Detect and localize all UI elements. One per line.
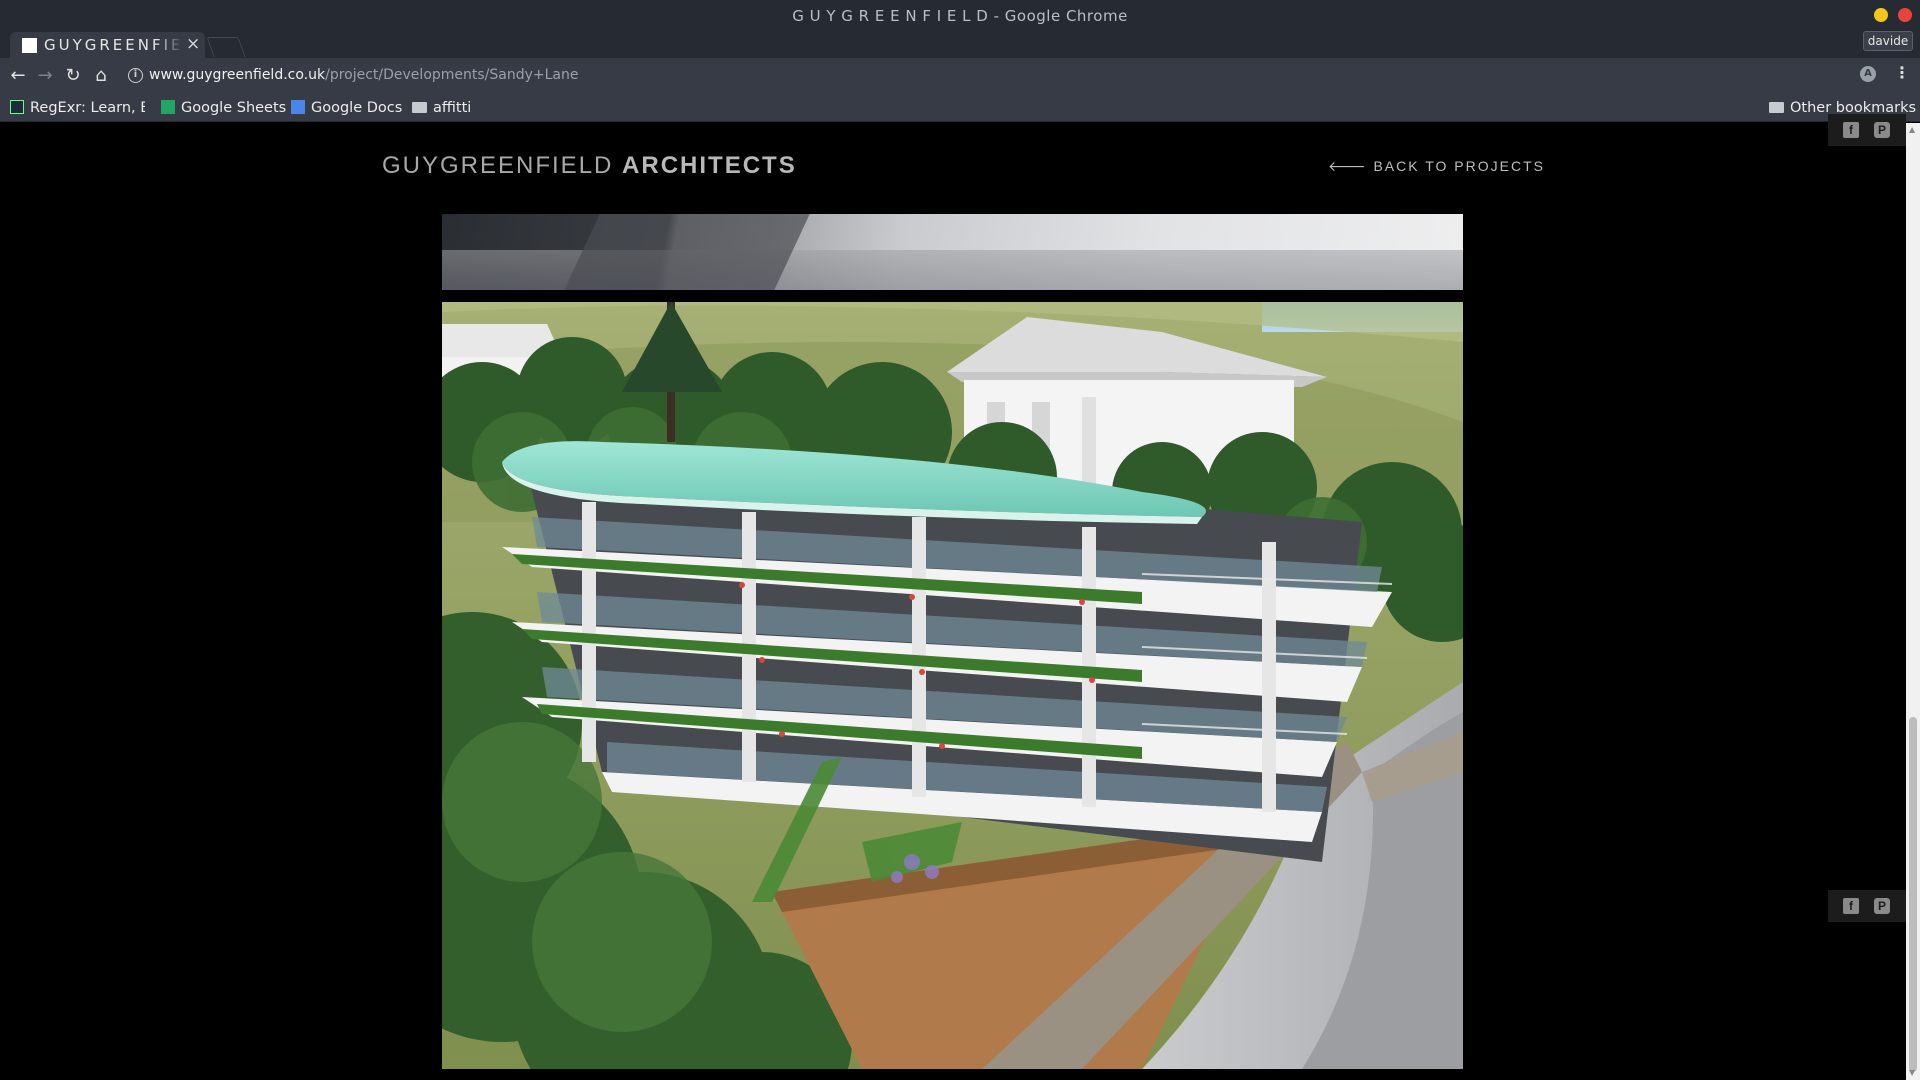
forward-arrow-icon[interactable]: → (33, 64, 57, 88)
bookmark-label: Google Sheets (181, 100, 287, 116)
facebook-icon[interactable]: f (1843, 122, 1859, 138)
scroll-up-icon[interactable]: ▲ (1909, 125, 1915, 134)
bookmark-google-docs[interactable]: Google Docs (291, 98, 402, 118)
tab-title: GUYGREENFIELD (44, 36, 184, 54)
facebook-icon[interactable]: f (1843, 898, 1859, 914)
back-arrow-icon: 🡐 (1328, 158, 1368, 174)
folder-icon (412, 101, 427, 113)
tab-close-icon[interactable]: × (186, 34, 200, 54)
folder-icon (1769, 101, 1784, 113)
tab-strip: GUYGREENFIELD × (0, 32, 1920, 58)
address-bar[interactable]: i www.guygreenfield.co.uk/project/Develo… (120, 62, 1840, 90)
social-share-top: f P (1828, 114, 1906, 146)
window-title: G U Y G R E E N F I E L D - Google Chrom… (792, 7, 1128, 25)
back-link-label: BACK TO PROJECTS (1373, 158, 1545, 174)
regexr-icon (10, 100, 24, 114)
bookmark-label: RegExr: Learn, Bu (30, 100, 145, 116)
project-image-render[interactable] (442, 302, 1463, 1069)
site-favicon-icon (22, 38, 37, 53)
image-shadow (564, 214, 810, 290)
brand-name: GUYGREENFIELD (382, 152, 614, 179)
page-scrollbar[interactable]: ▲ ▼ (1906, 123, 1920, 1080)
bookmark-folder-affitti[interactable]: affitti (412, 98, 471, 118)
bookmarks-bar: RegExr: Learn, Bu Google Sheets Google D… (0, 94, 1920, 122)
browser-toolbar: ← → ↻ ⌂ i www.guygreenfield.co.uk/projec… (0, 58, 1920, 94)
close-window-button[interactable] (1898, 8, 1912, 22)
bookmark-google-sheets[interactable]: Google Sheets (161, 98, 286, 118)
pinterest-icon[interactable]: P (1874, 122, 1890, 138)
extension-icon[interactable]: A (1860, 66, 1876, 82)
pinterest-icon[interactable]: P (1874, 898, 1890, 914)
sheets-icon (161, 100, 175, 114)
docs-icon (291, 100, 305, 114)
reload-icon[interactable]: ↻ (61, 64, 85, 88)
profile-button[interactable]: davide (1863, 31, 1913, 51)
social-share-bottom: f P (1828, 890, 1906, 922)
bookmark-label: affitti (433, 100, 472, 116)
bookmark-regexr[interactable]: RegExr: Learn, Bu (10, 98, 145, 118)
tab-guygreenfield[interactable]: GUYGREENFIELD × (10, 32, 205, 58)
site-logo[interactable]: GUYGREENFIELD ARCHITECTS (382, 152, 797, 180)
chrome-menu-icon[interactable]: ⋮ (1894, 63, 1910, 82)
brand-suffix: ARCHITECTS (622, 152, 797, 179)
scrollbar-thumb[interactable] (1909, 717, 1917, 1072)
url-host: www.guygreenfield.co.uk (149, 67, 326, 83)
home-icon[interactable]: ⌂ (89, 64, 113, 88)
url-text[interactable]: www.guygreenfield.co.uk/project/Developm… (149, 67, 579, 83)
building-render-illustration (442, 302, 1463, 1069)
web-page: GUYGREENFIELD ARCHITECTS 🡐 BACK TO PROJE… (0, 123, 1906, 1080)
window-titlebar: G U Y G R E E N F I E L D - Google Chrom… (0, 0, 1920, 32)
site-info-icon[interactable]: i (128, 68, 143, 83)
back-to-projects-link[interactable]: 🡐 BACK TO PROJECTS (1328, 158, 1545, 175)
url-path: /project/Developments/Sandy+Lane (325, 67, 579, 83)
minimize-button[interactable] (1874, 8, 1888, 22)
new-tab-button[interactable] (206, 37, 246, 57)
back-arrow-icon[interactable]: ← (6, 64, 30, 88)
scroll-down-icon[interactable]: ▼ (1909, 1068, 1915, 1077)
bookmark-label: Google Docs (311, 100, 403, 116)
project-image-previous[interactable] (442, 214, 1463, 290)
